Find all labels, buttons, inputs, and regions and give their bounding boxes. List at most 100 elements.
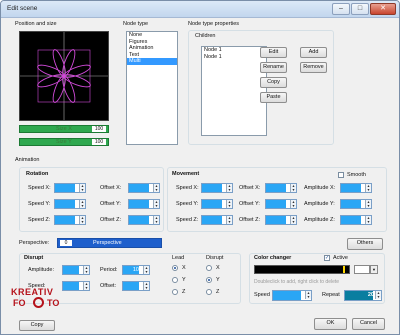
lead-z-radio[interactable] [172, 289, 178, 295]
color-stop-marker[interactable] [343, 266, 345, 273]
disrupt-y-label: Y [216, 277, 220, 283]
copy-node-button[interactable]: Copy [260, 77, 287, 88]
spinner-arrows-icon[interactable]: ▲ ▼ [365, 200, 371, 208]
lead-y-radio[interactable] [172, 277, 178, 283]
spinner-arrows-icon[interactable]: ▲ ▼ [305, 291, 311, 299]
rotation-group: Rotation Speed X: 0 ▲ ▼ Speed Y: 0 ▲ ▼ Speed… [19, 167, 164, 232]
mov-offset-z-input[interactable]: 0 ▲ ▼ [265, 215, 297, 225]
minimize-button[interactable]: – [332, 3, 350, 15]
lead-x-label: X [182, 265, 186, 271]
ok-button[interactable]: OK [314, 318, 347, 330]
disrupt-z-label: Z [216, 289, 220, 295]
mov-amp-x-label: Amplitude X: [304, 185, 336, 191]
size-x-slider[interactable]: Size X 100 [19, 125, 109, 133]
spinner-arrows-icon[interactable]: ▲ ▼ [153, 216, 159, 224]
mov-speed-x-label: Speed X: [176, 185, 199, 191]
color-gradient-bar[interactable] [254, 265, 350, 274]
spinner-arrows-icon[interactable]: ▲ ▼ [290, 184, 296, 192]
rot-offset-z-input[interactable]: 0 ▲ ▼ [128, 215, 160, 225]
spinner-arrows-icon[interactable]: ▲ ▼ [143, 266, 149, 274]
rot-speed-z-input[interactable]: 0 ▲ ▼ [54, 215, 86, 225]
rot-speed-x-input[interactable]: 0 ▲ ▼ [54, 183, 86, 193]
disrupt-y-radio[interactable] [206, 277, 212, 283]
size-x-label: Size X [56, 126, 72, 132]
disrupt-z-radio[interactable] [206, 289, 212, 295]
spinner-arrows-icon[interactable]: ▲ ▼ [226, 216, 232, 224]
spinner-arrows-icon[interactable]: ▲ ▼ [79, 184, 85, 192]
spinner-arrows-icon[interactable]: ▲ ▼ [375, 291, 381, 299]
size-y-slider[interactable]: Size Y 100 [19, 138, 109, 146]
mov-speed-y-input[interactable]: 0 ▲ ▼ [201, 199, 233, 209]
offset-input[interactable]: 0 ▲ ▼ [122, 281, 150, 291]
rot-offset-x-label: Offset X: [100, 185, 122, 191]
spinner-arrows-icon[interactable]: ▲ ▼ [365, 184, 371, 192]
spinner-arrows-icon[interactable]: ▲ ▼ [143, 282, 149, 290]
rot-offset-x-input[interactable]: 0 ▲ ▼ [128, 183, 160, 193]
spinner-arrows-icon[interactable]: ▲ ▼ [153, 184, 159, 192]
spinner-arrows-icon[interactable]: ▲ ▼ [226, 200, 232, 208]
spinner-arrows-icon[interactable]: ▲ ▼ [83, 282, 89, 290]
mov-amp-y-input[interactable]: 0 ▲ ▼ [340, 199, 372, 209]
title-bar[interactable]: Edit scene – □ ✕ [1, 1, 399, 18]
mov-amp-z-input[interactable]: 0 ▲ ▼ [340, 215, 372, 225]
smooth-checkbox[interactable] [338, 172, 344, 178]
mov-speed-z-input[interactable]: 0 ▲ ▼ [201, 215, 233, 225]
add-button[interactable]: Add [300, 47, 327, 58]
maximize-button[interactable]: □ [351, 3, 369, 15]
color-speed-input[interactable]: ▲ ▼ [272, 290, 312, 301]
color-dropdown-arrow-icon[interactable]: ▼ [370, 265, 378, 274]
mov-offset-y-label: Offset Y: [239, 201, 260, 207]
mov-offset-y-input[interactable]: 0 ▲ ▼ [265, 199, 297, 209]
mov-amp-x-input[interactable]: 0 ▲ ▼ [340, 183, 372, 193]
rot-offset-y-input[interactable]: 0 ▲ ▼ [128, 199, 160, 209]
child-item[interactable]: Node 1 [202, 54, 266, 61]
movement-group: Movement Smooth Speed X: 0 ▲ ▼ Speed Y: 0 ▲… [167, 167, 387, 232]
paste-node-button[interactable]: Paste [260, 92, 287, 103]
mov-offset-z-label: Offset Z: [239, 217, 260, 223]
node-type-option-selected[interactable]: Multi [127, 58, 177, 65]
mov-offset-x-label: Offset X: [239, 185, 261, 191]
spinner-arrows-icon[interactable]: ▲ ▼ [226, 184, 232, 192]
position-size-label: Position and size [15, 21, 57, 27]
smooth-label: Smooth [347, 172, 366, 178]
active-checkbox[interactable]: ✓ [324, 255, 330, 261]
rename-button[interactable]: Rename [260, 62, 287, 73]
edit-button[interactable]: Edit [260, 47, 287, 58]
perspective-value[interactable]: 0 [60, 240, 72, 246]
size-x-value[interactable]: 100 [92, 126, 106, 132]
perspective-slider[interactable]: 0 Perspective [57, 238, 162, 248]
disrupt-axis-label: Disrupt [206, 255, 224, 261]
mov-speed-x-input[interactable]: 0 ▲ ▼ [201, 183, 233, 193]
remove-button[interactable]: Remove [300, 62, 327, 73]
color-swatch[interactable] [354, 265, 370, 274]
movement-label: Movement [172, 171, 200, 177]
close-button[interactable]: ✕ [370, 3, 396, 15]
spinner-arrows-icon[interactable]: ▲ ▼ [153, 200, 159, 208]
rot-speed-y-input[interactable]: 0 ▲ ▼ [54, 199, 86, 209]
spinner-arrows-icon[interactable]: ▲ ▼ [290, 200, 296, 208]
node-type-list[interactable]: None Figures Animation Text Multi [126, 31, 178, 145]
mov-amp-z-label: Amplitude Z: [304, 217, 335, 223]
copy-button[interactable]: Copy [19, 320, 55, 331]
cancel-button[interactable]: Cancel [352, 318, 385, 330]
spinner-arrows-icon[interactable]: ▲ ▼ [365, 216, 371, 224]
spinner-arrows-icon[interactable]: ▲ ▼ [83, 266, 89, 274]
spinner-arrows-icon[interactable]: ▲ ▼ [290, 216, 296, 224]
amplitude-input[interactable]: 0 ▲ ▼ [62, 265, 90, 275]
mov-speed-y-label: Speed Y: [176, 201, 199, 207]
children-list[interactable]: Node 1 Node 1 [201, 46, 267, 136]
disrupt-x-radio[interactable] [206, 265, 212, 271]
spinner-arrows-icon[interactable]: ▲ ▼ [79, 216, 85, 224]
repeat-input[interactable]: 20 ▲ ▼ [344, 290, 382, 301]
color-changer-label: Color changer [254, 255, 292, 261]
spinner-arrows-icon[interactable]: ▲ ▼ [79, 200, 85, 208]
edit-scene-window: Edit scene – □ ✕ Position and size Size … [0, 0, 400, 335]
period-input[interactable]: 100 ▲ ▼ [122, 265, 150, 275]
mov-offset-x-input[interactable]: 0 ▲ ▼ [265, 183, 297, 193]
preview-canvas[interactable] [19, 31, 109, 121]
others-button[interactable]: Others [347, 238, 383, 250]
lead-x-radio[interactable] [172, 265, 178, 271]
rot-speed-z-label: Speed Z: [28, 217, 51, 223]
size-y-value[interactable]: 100 [92, 139, 106, 145]
children-label: Children [195, 33, 216, 39]
